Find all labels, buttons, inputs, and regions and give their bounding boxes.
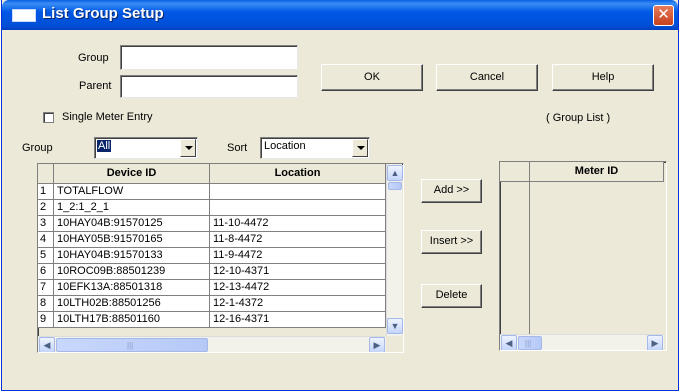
scroll-left-icon[interactable]: ◀	[501, 335, 517, 350]
location-cell[interactable]: 12-10-4371	[210, 264, 386, 280]
sort-label: Sort	[227, 142, 248, 154]
group-list-table[interactable]: Meter ID ◀ ||| ▶	[499, 161, 667, 351]
row-number: 4	[38, 232, 54, 248]
close-icon[interactable]: ✕	[653, 5, 674, 26]
dropdown-arrow-icon[interactable]	[352, 139, 368, 157]
ok-button[interactable]: OK	[321, 64, 423, 91]
title-bar: List Group Setup ✕	[2, 0, 678, 30]
dropdown-arrow-icon[interactable]	[180, 139, 196, 157]
row-number: 1	[38, 184, 54, 200]
insert-button[interactable]: Insert >>	[421, 230, 482, 254]
list-group-setup-dialog: List Group Setup ✕ Group Parent OK Cance…	[1, 0, 679, 391]
device-id-cell[interactable]: 10EFK13A:88501318	[54, 280, 210, 296]
scroll-left-icon[interactable]: ◀	[39, 337, 55, 352]
scroll-up-icon[interactable]: ▲	[387, 165, 403, 181]
row-number: 7	[38, 280, 54, 296]
window-icon	[12, 9, 36, 22]
window-title: List Group Setup	[42, 5, 164, 22]
cancel-button[interactable]: Cancel	[436, 64, 538, 91]
add-button[interactable]: Add >>	[421, 179, 482, 203]
meter-id-header[interactable]: Meter ID	[530, 162, 664, 182]
location-cell[interactable]: 12-13-4472	[210, 280, 386, 296]
device-vscroll[interactable]: ▲ ▼	[386, 164, 403, 336]
location-cell[interactable]	[210, 200, 386, 216]
scroll-down-icon[interactable]: ▼	[387, 318, 403, 334]
scroll-thumb[interactable]: |||	[56, 338, 208, 352]
device-id-cell[interactable]: 10LTH02B:88501256	[54, 296, 210, 312]
location-cell[interactable]: 11-8-4472	[210, 232, 386, 248]
scroll-right-icon[interactable]: ▶	[647, 335, 663, 350]
device-id-cell[interactable]: 10LTH17B:88501160	[54, 312, 210, 328]
scroll-right-icon[interactable]: ▶	[369, 337, 385, 352]
device-id-cell[interactable]: TOTALFLOW	[54, 184, 210, 200]
location-cell[interactable]: 12-16-4371	[210, 312, 386, 328]
location-cell[interactable]: 11-9-4472	[210, 248, 386, 264]
device-id-cell[interactable]: 10HAY05B:91570165	[54, 232, 210, 248]
sort-select[interactable]: Location	[260, 137, 370, 159]
group-filter-select[interactable]: All	[94, 137, 198, 159]
device-hscroll[interactable]: ◀ ||| ▶	[38, 336, 386, 352]
group-list-label: ( Group List )	[546, 112, 611, 124]
single-meter-checkbox[interactable]	[43, 112, 54, 123]
group-filter-label: Group	[22, 142, 53, 154]
group-hscroll[interactable]: ◀ ||| ▶	[500, 334, 664, 350]
row-number: 6	[38, 264, 54, 280]
scroll-thumb[interactable]: |||	[518, 336, 542, 350]
device-id-header[interactable]: Device ID	[54, 164, 210, 184]
device-id-cell[interactable]: 1_2:1_2_1	[54, 200, 210, 216]
location-header[interactable]: Location	[210, 164, 386, 184]
help-button[interactable]: Help	[552, 64, 654, 91]
location-cell[interactable]: 11-10-4472	[210, 216, 386, 232]
sort-value: Location	[264, 140, 306, 152]
row-number: 5	[38, 248, 54, 264]
group-name-input[interactable]	[120, 45, 298, 70]
location-cell[interactable]	[210, 184, 386, 200]
row-number: 3	[38, 216, 54, 232]
scroll-corner	[386, 336, 402, 352]
row-number-header	[38, 164, 54, 184]
location-cell[interactable]: 12-1-4372	[210, 296, 386, 312]
device-id-cell[interactable]: 10ROC09B:88501239	[54, 264, 210, 280]
single-meter-label: Single Meter Entry	[62, 111, 153, 123]
device-table[interactable]: Device ID Location 1 TOTALFLOW 2 1_2:1_2_1 3…	[37, 163, 404, 353]
group-name-label: Group	[78, 52, 109, 64]
scroll-thumb[interactable]	[388, 182, 402, 190]
device-id-cell[interactable]: 10HAY04B:91570125	[54, 216, 210, 232]
row-number-header	[500, 162, 530, 182]
row-number: 8	[38, 296, 54, 312]
device-id-cell[interactable]: 10HAY04B:91570133	[54, 248, 210, 264]
row-number: 2	[38, 200, 54, 216]
column-divider	[529, 182, 530, 334]
delete-button[interactable]: Delete	[421, 284, 482, 308]
row-number: 9	[38, 312, 54, 328]
parent-input[interactable]	[120, 75, 298, 98]
group-filter-value: All	[97, 140, 112, 152]
parent-label: Parent	[79, 80, 112, 92]
